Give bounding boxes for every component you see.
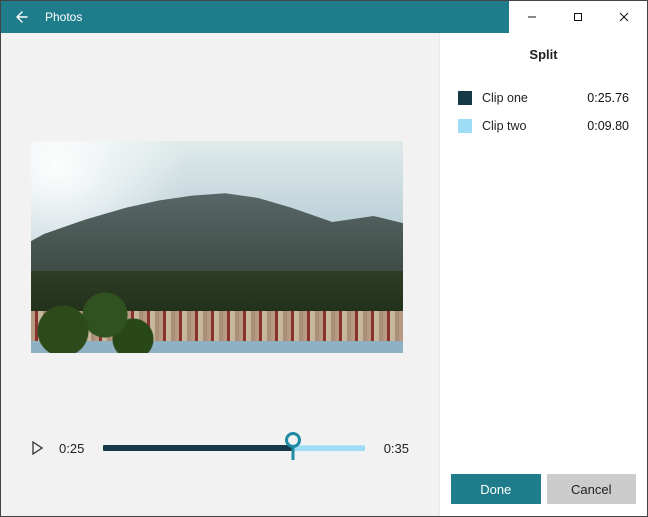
- timeline-track[interactable]: [103, 434, 365, 462]
- clip-one-segment: [103, 445, 293, 451]
- play-icon: [31, 441, 43, 455]
- clip-color-swatch: [458, 91, 472, 105]
- window-controls: [509, 1, 647, 33]
- current-time: 0:25: [59, 441, 89, 456]
- editor-pane: 0:25 0:35: [1, 33, 439, 516]
- arrow-left-icon: [13, 9, 29, 25]
- back-button[interactable]: [1, 1, 41, 33]
- clip-duration: 0:09.80: [587, 119, 629, 133]
- split-handle-stem: [291, 448, 294, 460]
- clip-name: Clip one: [482, 91, 577, 105]
- total-time: 0:35: [379, 441, 409, 456]
- title-bar: Photos: [1, 1, 647, 33]
- clip-name: Clip two: [482, 119, 577, 133]
- cancel-button[interactable]: Cancel: [547, 474, 637, 504]
- play-button[interactable]: [31, 441, 45, 455]
- clip-row[interactable]: Clip one 0:25.76: [440, 84, 647, 112]
- app-title: Photos: [45, 10, 509, 24]
- panel-title: Split: [440, 33, 647, 84]
- maximize-icon: [573, 12, 583, 22]
- panel-buttons: Done Cancel: [440, 464, 647, 516]
- maximize-button[interactable]: [555, 1, 601, 33]
- video-preview[interactable]: [31, 141, 403, 353]
- done-button[interactable]: Done: [451, 474, 541, 504]
- split-panel: Split Clip one 0:25.76 Clip two 0:09.80 …: [439, 33, 647, 516]
- split-handle[interactable]: [285, 432, 301, 448]
- minimize-button[interactable]: [509, 1, 555, 33]
- close-icon: [619, 12, 629, 22]
- clip-row[interactable]: Clip two 0:09.80: [440, 112, 647, 140]
- clip-duration: 0:25.76: [587, 91, 629, 105]
- timeline: 0:25 0:35: [31, 428, 409, 468]
- minimize-icon: [527, 12, 537, 22]
- close-button[interactable]: [601, 1, 647, 33]
- clip-two-segment: [293, 445, 365, 451]
- clip-color-swatch: [458, 119, 472, 133]
